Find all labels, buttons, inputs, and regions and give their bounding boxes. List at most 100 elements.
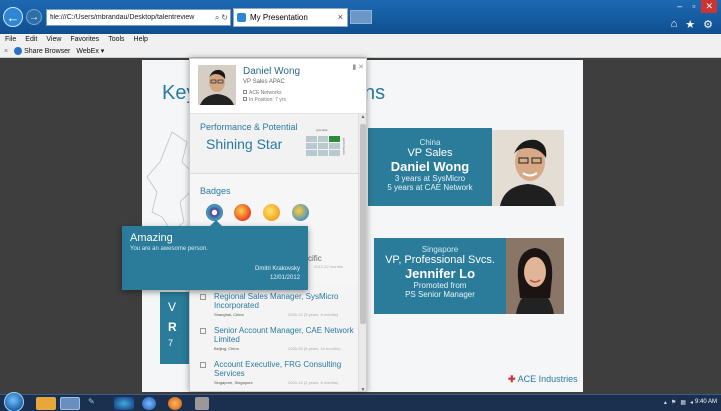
taskbar-app-firefox-icon[interactable]: [168, 397, 182, 410]
address-bar[interactable]: file:///C:/Users/mbrandau/Desktop/talent…: [46, 9, 231, 26]
window-controls: – ▫ ✕: [673, 0, 717, 13]
card-name: Jennifer Lo: [404, 266, 476, 281]
card-role: VP, Professional Svcs.: [385, 254, 495, 266]
share-browser-label: Share Browser: [24, 47, 71, 55]
forward-button[interactable]: →: [26, 9, 42, 25]
grid-cell-highlighted: [329, 136, 340, 142]
taskbar-clock: 9:40 AM: [694, 399, 717, 405]
refresh-icon[interactable]: ↻: [221, 13, 228, 22]
taskbar-app-window-icon[interactable]: [195, 397, 209, 410]
card-fragment: V: [168, 300, 177, 314]
browser-titlebar: ← → file:///C:/Users/mbrandau/Desktop/ta…: [0, 0, 721, 34]
start-button[interactable]: [4, 392, 24, 411]
taskbar-app-active[interactable]: [60, 397, 80, 410]
grid-cell: [317, 136, 329, 142]
badge-amazing-icon[interactable]: [206, 204, 223, 221]
performance-section: Performance & Potential Shining Star pot…: [190, 114, 366, 174]
toolbar-close-icon[interactable]: ×: [4, 48, 8, 55]
grid-cell: [306, 150, 317, 156]
list-item[interactable]: Regional Sales Manager, SysMicro Incorpo…: [200, 292, 358, 324]
tray-network-icon[interactable]: ▦: [680, 399, 686, 406]
tooltip-body: You are an awesome person.: [130, 246, 208, 252]
badge-globe-icon[interactable]: [292, 204, 309, 221]
tab-close-icon[interactable]: ×: [338, 12, 343, 22]
menu-tools[interactable]: Tools: [108, 36, 124, 43]
badges-label: Badges: [200, 186, 231, 196]
scroll-down-icon[interactable]: ▼: [359, 387, 366, 391]
list-item[interactable]: Account Executive, FRG Consulting Servic…: [200, 360, 358, 391]
card-fragment: 7: [168, 338, 174, 348]
close-icon[interactable]: ✕: [358, 64, 364, 71]
profile-tenure: In Position: 7 yrs: [243, 97, 286, 103]
menu-file[interactable]: File: [5, 36, 16, 43]
tooltip-title: Amazing: [130, 232, 173, 244]
grid-cell: [329, 150, 340, 156]
panel-scrollbar[interactable]: ▲ ▼: [358, 114, 366, 391]
close-window-button[interactable]: ✕: [701, 0, 717, 13]
favorites-star-icon[interactable]: ★: [685, 18, 695, 31]
position-duration: 2000-12 (2 years, 8 months): [288, 380, 339, 385]
taskbar-app-globe-icon[interactable]: [114, 397, 134, 410]
card-location: Singapore: [421, 245, 459, 254]
photo-daniel-wong: [492, 130, 564, 206]
search-icon[interactable]: ⌕: [215, 13, 219, 23]
menu-bar: File Edit View Favorites Tools Help: [0, 34, 721, 45]
profile-card-china[interactable]: China VP Sales Daniel Wong 3 years at Sy…: [368, 128, 492, 206]
taskbar-app-ie-icon[interactable]: [142, 397, 156, 410]
webex-toolbar: × Share Browser WebEx ▾: [0, 45, 721, 58]
briefcase-icon: [200, 294, 206, 300]
position-history-list: Regional Sales Manager, SysMicro Incorpo…: [190, 284, 360, 391]
scroll-up-icon[interactable]: ▲: [359, 114, 366, 120]
list-item[interactable]: Senior Account Manager, CAE Network Limi…: [200, 326, 358, 358]
profile-title: VP Sales APAC: [243, 79, 285, 85]
gear-icon[interactable]: ⚙: [703, 18, 713, 31]
address-text: file:///C:/Users/mbrandau/Desktop/talent…: [50, 14, 195, 21]
ie-page-icon: [237, 13, 246, 22]
profile-name: Daniel Wong: [243, 66, 301, 77]
nine-box-grid: [306, 136, 340, 156]
back-arrow-icon: ←: [6, 9, 20, 25]
ace-logo-mark-icon: ✚: [508, 374, 516, 384]
card-line: PS Senior Manager: [405, 290, 475, 299]
profile-header: Daniel Wong VP Sales APAC ACE Networks I…: [190, 59, 366, 114]
tray-arrow-icon[interactable]: ▴: [664, 399, 667, 406]
grid-cell: [317, 143, 329, 149]
menu-view[interactable]: View: [46, 36, 61, 43]
back-button[interactable]: ←: [3, 7, 23, 27]
card-line: 5 years at CAE Network: [387, 183, 473, 192]
new-tab-button[interactable]: [350, 10, 372, 24]
ace-industries-logo: ✚ ACE Industries: [508, 374, 578, 385]
badge-tooltip: Amazing You are an awesome person. Dmitr…: [122, 220, 308, 290]
scroll-thumb[interactable]: [360, 124, 366, 324]
menu-favorites[interactable]: Favorites: [70, 36, 99, 43]
tray-flag-icon[interactable]: ⚑: [671, 399, 676, 406]
menu-help[interactable]: Help: [134, 36, 148, 43]
tooltip-author: Dmitri Krakovsky: [254, 266, 300, 272]
pin-icon[interactable]: ▮: [352, 64, 356, 71]
badge-fire-icon[interactable]: [234, 204, 251, 221]
share-browser-button[interactable]: Share Browser: [14, 47, 70, 55]
tab-my-presentation[interactable]: My Presentation ×: [233, 8, 348, 27]
tooltip-date: 12/01/2012: [269, 275, 300, 281]
system-tray: ▴ ⚑ ▦ ◂: [664, 399, 693, 406]
taskbar-app-link-icon[interactable]: ✎: [88, 397, 108, 410]
profile-card-singapore[interactable]: Singapore VP, Professional Svcs. Jennife…: [374, 238, 506, 314]
grid-cell: [329, 143, 340, 149]
card-line: Promoted from: [413, 281, 467, 290]
taskbar-app-explorer[interactable]: [36, 397, 56, 410]
minimize-button[interactable]: –: [673, 0, 686, 13]
tray-volume-icon[interactable]: ◂: [690, 399, 693, 406]
menu-edit[interactable]: Edit: [25, 36, 37, 43]
building-icon: [243, 90, 247, 94]
card-location: China: [419, 138, 441, 147]
webex-menu-button[interactable]: WebEx ▾: [76, 47, 104, 55]
performance-value: Shining Star: [206, 136, 283, 152]
home-icon[interactable]: ⌂: [671, 18, 678, 31]
maximize-button[interactable]: ▫: [688, 0, 699, 13]
position-duration: 2005-05 (6 years, 10 months): [288, 346, 341, 351]
badge-smiley-icon[interactable]: [263, 204, 280, 221]
card-line: 3 years at SysMicro: [394, 174, 466, 183]
card-fragment: R: [168, 320, 177, 334]
windows-taskbar: ✎ ▴ ⚑ ▦ ◂ 9:40 AM: [0, 392, 721, 411]
ace-logo-text: ACE Industries: [517, 374, 578, 384]
